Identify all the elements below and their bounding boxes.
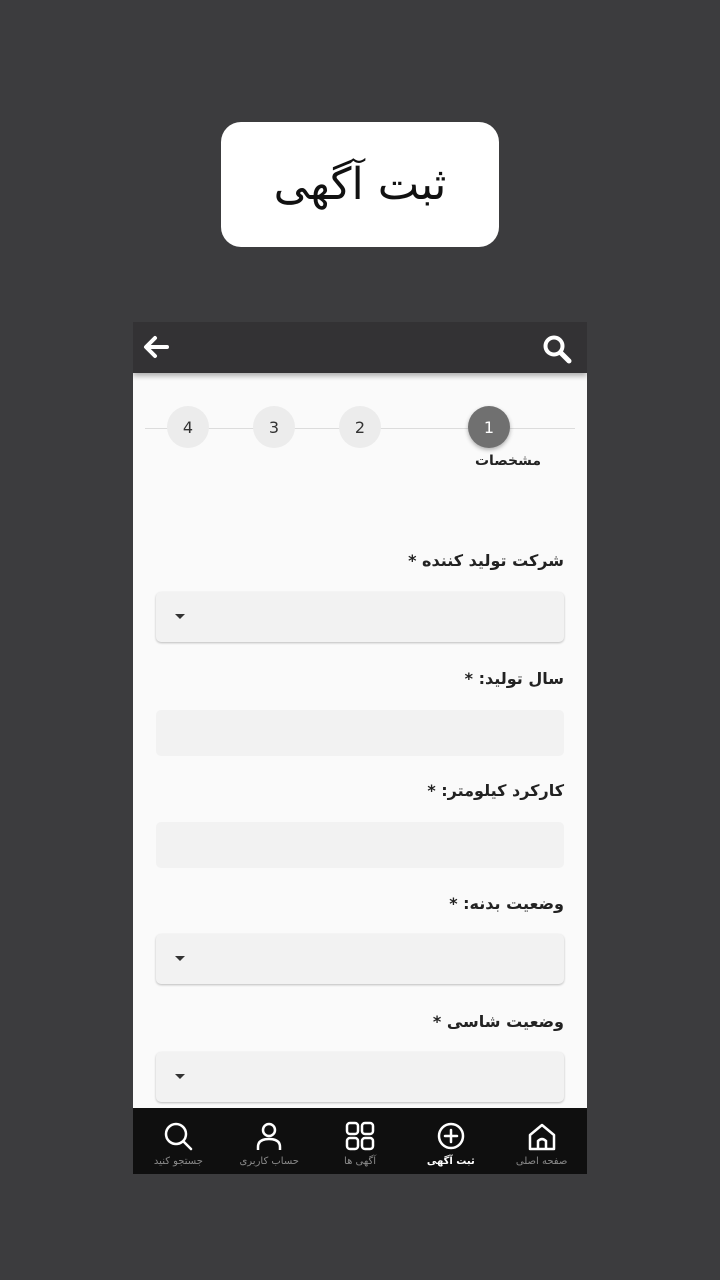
nav-ads-label: آگهی ها <box>344 1156 376 1167</box>
nav-post-ad[interactable]: ثبت آگهی <box>405 1108 496 1174</box>
manufacturer-select[interactable] <box>156 592 564 642</box>
chassis-condition-label: وضعیت شاسی * <box>432 1012 564 1031</box>
form-stepper: 1 2 3 4 مشخصات <box>133 406 587 476</box>
step-1[interactable]: 1 <box>468 406 510 448</box>
grid-icon <box>345 1121 375 1151</box>
back-arrow-icon[interactable] <box>140 332 172 362</box>
user-icon <box>256 1122 282 1150</box>
production-year-label: سال تولید: * <box>464 669 564 688</box>
nav-account[interactable]: حساب کاربری <box>224 1108 315 1174</box>
step-1-label: مشخصات <box>474 453 542 469</box>
mileage-input[interactable] <box>156 822 564 868</box>
add-circle-icon <box>437 1122 465 1150</box>
body-condition-label: وضعیت بدنه: * <box>449 894 564 913</box>
nav-search[interactable]: جستجو کنید <box>133 1108 224 1174</box>
body-condition-select[interactable] <box>156 934 564 984</box>
chassis-condition-select[interactable] <box>156 1052 564 1102</box>
production-year-input[interactable] <box>156 710 564 756</box>
nav-account-label: حساب کاربری <box>239 1156 299 1167</box>
search-icon[interactable] <box>541 333 573 365</box>
home-icon <box>528 1123 555 1151</box>
nav-ads[interactable]: آگهی ها <box>315 1108 406 1174</box>
search-icon <box>165 1122 193 1151</box>
nav-home[interactable]: صفحه اصلی <box>496 1108 587 1174</box>
step-2[interactable]: 2 <box>339 406 381 448</box>
chevron-down-icon <box>175 956 185 961</box>
phone-screen: 1 2 3 4 مشخصات شرکت تولید کننده * سال تو… <box>133 322 587 1174</box>
step-3[interactable]: 3 <box>253 406 295 448</box>
chevron-down-icon <box>175 1074 185 1079</box>
top-app-bar <box>133 322 587 373</box>
bottom-navigation: صفحه اصلی ثبت آگهی آگهی ها حساب کاربری ج… <box>133 1108 587 1174</box>
nav-post-ad-label: ثبت آگهی <box>426 1156 475 1167</box>
nav-home-label: صفحه اصلی <box>515 1156 568 1167</box>
manufacturer-label: شرکت تولید کننده * <box>408 551 564 570</box>
step-4[interactable]: 4 <box>167 406 209 448</box>
banner-title: ثبت آگهی <box>273 159 447 210</box>
mileage-label: کارکرد کیلومتر: * <box>427 781 564 800</box>
chevron-down-icon <box>175 614 185 619</box>
nav-search-label: جستجو کنید <box>153 1156 203 1167</box>
page-banner: ثبت آگهی <box>221 122 499 247</box>
